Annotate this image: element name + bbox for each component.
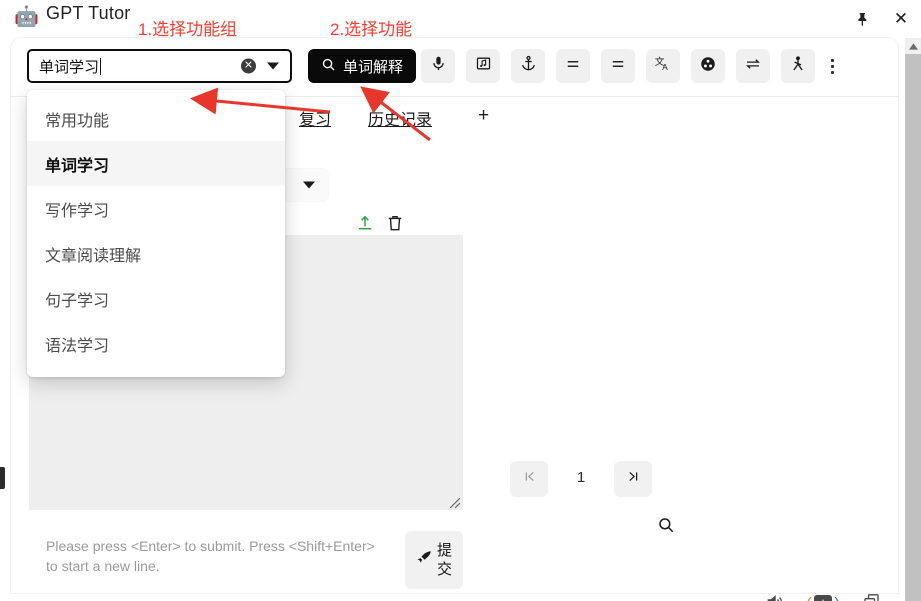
app-title: GPT Tutor	[46, 3, 131, 23]
translate-icon: 文 A	[654, 54, 672, 78]
merge-button[interactable]	[781, 49, 815, 83]
submit-label: 提交	[436, 542, 452, 578]
pagination: 1	[504, 461, 684, 499]
media-button[interactable]	[466, 49, 500, 83]
annotation-step-1: 1.选择功能组	[138, 20, 238, 39]
last-page-button[interactable]	[614, 461, 652, 497]
search-input-value: 单词学习	[39, 58, 100, 76]
close-icon[interactable]: ✕	[889, 8, 913, 30]
copy-button[interactable]	[860, 593, 882, 601]
rocket-icon	[415, 549, 433, 572]
submit-hint: Please press <Enter> to submit. Press <S…	[46, 538, 375, 574]
pin-icon[interactable]	[852, 8, 874, 30]
anchor-button[interactable]	[511, 49, 545, 83]
dropdown-item-0[interactable]: 常用功能	[27, 96, 285, 141]
dropdown-item-5[interactable]: 语法学习	[27, 321, 285, 366]
left-paren-decoration: (	[806, 595, 812, 601]
image-note-icon	[475, 55, 492, 77]
dropdown-item-3[interactable]: 文章阅读理解	[27, 231, 285, 276]
microphone-icon	[430, 55, 447, 77]
copy-icon	[862, 592, 881, 601]
chevron-down-icon[interactable]	[267, 62, 279, 70]
first-page-icon	[522, 469, 537, 489]
app-logo-icon: 🤖	[14, 6, 39, 28]
first-page-button[interactable]	[510, 461, 548, 497]
align-button-1[interactable]	[556, 49, 590, 83]
record-active-icon	[814, 595, 832, 601]
gpt-tutor-window: 🤖 GPT Tutor ✕ 1.选择功能组 2.选择功能 单词学习 ✕ 单词解释…	[0, 0, 921, 601]
annotation-step-2: 2.选择功能	[330, 20, 413, 39]
function-group-dropdown: 常用功能 单词学习 写作学习 文章阅读理解 句子学习 语法学习	[27, 90, 285, 377]
scroll-up-icon[interactable]	[905, 38, 921, 54]
last-page-icon	[626, 469, 641, 489]
word-explanation-button[interactable]: 单词解释	[308, 49, 417, 83]
svg-text:A: A	[662, 63, 668, 72]
dropdown-item-2[interactable]: 写作学习	[27, 186, 285, 231]
add-tab-button[interactable]: +	[478, 105, 489, 127]
search-icon	[321, 57, 336, 76]
dropdown-item-4[interactable]: 句子学习	[27, 276, 285, 321]
right-paren-decoration: )	[834, 595, 840, 601]
theme-button[interactable]	[691, 49, 725, 83]
speaker-icon	[765, 592, 785, 601]
delete-button[interactable]	[385, 213, 405, 233]
vertical-scrollbar[interactable]	[905, 38, 921, 601]
bottom-icon-bar: ( )	[764, 593, 921, 601]
submit-button[interactable]: 提交	[405, 531, 463, 589]
find-button[interactable]	[657, 516, 677, 536]
speaker-button[interactable]	[764, 593, 786, 601]
swap-button[interactable]	[736, 49, 770, 83]
word-explanation-label: 单词解释	[343, 58, 404, 76]
search-input[interactable]: 单词学习 ✕	[27, 49, 292, 83]
kebab-menu-icon[interactable]	[821, 49, 843, 83]
clear-circle-icon[interactable]: ✕	[241, 58, 256, 74]
resize-handle-icon[interactable]	[448, 496, 461, 509]
translate-button[interactable]: 文 A	[646, 49, 680, 83]
record-button[interactable]: ( )	[806, 593, 840, 601]
anchor-icon	[520, 55, 537, 77]
align-button-2[interactable]	[601, 49, 635, 83]
toolbar: 单词学习 ✕ 单词解释 文 A	[11, 38, 898, 96]
page-number[interactable]: 1	[561, 469, 601, 486]
scrollbar-thumb[interactable]	[905, 54, 921, 601]
swap-arrows-icon	[744, 55, 762, 78]
chevron-down-icon	[303, 181, 315, 189]
upload-button[interactable]	[355, 213, 375, 233]
two-lines-icon	[564, 55, 582, 78]
microphone-button[interactable]	[421, 49, 455, 83]
two-lines-icon	[609, 55, 627, 78]
tab-history[interactable]: 历史记录	[368, 106, 432, 130]
tab-review[interactable]: 复习	[299, 106, 331, 130]
right-pane: 1	[464, 140, 921, 601]
side-drawer-handle[interactable]	[0, 467, 5, 489]
merge-person-icon	[789, 55, 807, 78]
filled-circle-dots-icon	[699, 55, 717, 78]
dropdown-item-1[interactable]: 单词学习	[27, 141, 285, 186]
text-cursor	[100, 57, 102, 75]
